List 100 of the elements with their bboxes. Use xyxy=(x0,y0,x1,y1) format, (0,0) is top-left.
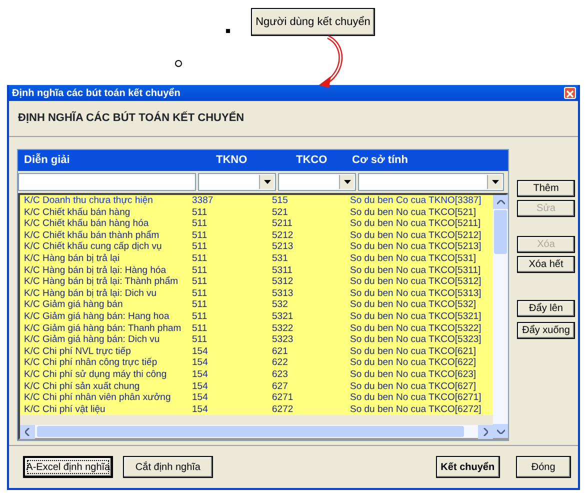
grid-row[interactable]: K/C Chiết khấu bán thành phẩm 511 5212 So du ben No cua TKCO[5212] xyxy=(20,230,493,242)
grid-row[interactable]: K/C Chi phí nhân công trực tiếp 154 622 So du ben No cua TKCO[622] xyxy=(20,357,493,369)
grid-cell-text: 623 xyxy=(272,368,289,380)
grid-cell-text: So du ben Co cua TKNO[3387] xyxy=(350,195,482,207)
scroll-thumb[interactable] xyxy=(494,210,507,254)
grid-cell-text: 5311 xyxy=(272,264,294,276)
side-button[interactable]: Xóa hết xyxy=(517,256,575,273)
rotate-handle-icon[interactable] xyxy=(175,60,182,67)
dialog-heading: ĐỊNH NGHĨA CÁC BÚT TOÁN KẾT CHUYỂN xyxy=(18,110,244,126)
grid-cell-text: 511 xyxy=(192,264,208,276)
grid-cell-text: 511 xyxy=(192,230,208,242)
grid-cell-text: 5213 xyxy=(272,241,294,253)
close-button[interactable] xyxy=(564,87,576,99)
grid-row[interactable]: K/C Chi phí sử dụng máy thi công 154 623 So du ben No cua TKCO[623] xyxy=(20,368,493,380)
user-transfer-button[interactable]: Người dùng kết chuyển xyxy=(251,8,375,36)
grid-cell-text: So du ben No cua TKCO[6271] xyxy=(350,392,482,404)
side-button[interactable]: Đẩy lên xyxy=(517,300,575,317)
grid-cell-text: So du ben No cua TKCO[623] xyxy=(350,368,478,380)
grid-cell-text: K/C Chiết khấu bán hàng xyxy=(23,206,132,218)
footer-button[interactable]: Đóng xyxy=(516,456,571,478)
grid-cell-text: So du ben No cua TKCO[622] xyxy=(350,357,478,369)
grid-row[interactable]: K/C Giảm giá hàng bán: Dich vu 511 5323 So du ben No cua TKCO[5323] xyxy=(20,334,493,346)
grid-cell-text: 5323 xyxy=(272,334,294,346)
grid-cell-text: So du ben No cua TKCO[5321] xyxy=(350,310,482,323)
horizontal-scrollbar[interactable] xyxy=(20,425,493,438)
grid-cell-text: So du ben No cua TKCO[5322] xyxy=(350,322,482,334)
grid-cell-text: So du ben No cua TKCO[531] xyxy=(350,252,478,265)
grid-row[interactable]: K/C Chi phí nhân viên phân xưởng 154 6271 So du ben No cua TKCO[6271] xyxy=(20,392,493,404)
grid-row[interactable]: K/C Giảm giá hàng bán: Hang hoa 511 5321 So du ben No cua TKCO[5321] xyxy=(20,310,493,323)
grid-cell-text: 532 xyxy=(272,299,289,311)
grid-cell-text: 521 xyxy=(272,206,289,218)
grid-row[interactable]: K/C Chiết khấu cung cấp dịch vụ 511 5213 So du ben No cua TKCO[5213] xyxy=(20,241,493,253)
scroll-down-icon[interactable] xyxy=(493,424,508,438)
grid-cell-text: 154 xyxy=(192,392,209,404)
column-header[interactable]: Diễn giải xyxy=(18,152,190,169)
grid-cell-text: K/C Chi phí sản xuất chung xyxy=(23,380,141,392)
side-button[interactable]: Thêm xyxy=(517,180,575,197)
grid-cell-text: 627 xyxy=(272,380,289,392)
side-button[interactable]: Đẩy xuống xyxy=(517,322,575,339)
column-header[interactable]: TKNO xyxy=(190,152,270,169)
grid-row[interactable]: K/C Giảm giá hàng bán: Thanh pham 511 5322 So du ben No cua TKCO[5322] xyxy=(20,322,493,334)
grid-cell-text: 6271 xyxy=(272,392,294,404)
grid-row[interactable]: K/C Hàng bán bị trả lại 511 531 So du ben No cua TKCO[531] xyxy=(20,252,493,265)
grid-cell-text: So du ben No cua TKCO[532] xyxy=(350,299,478,311)
grid-cell-text: 621 xyxy=(272,346,289,358)
grid-cell-text: 622 xyxy=(272,357,289,369)
grid-cell-text: K/C Giảm giá hàng bán: Hang hoa xyxy=(23,310,170,323)
scroll-up-icon[interactable] xyxy=(493,195,508,209)
grid-cell-text: 5312 xyxy=(272,276,294,288)
column-header[interactable]: Cơ sở tính xyxy=(348,152,491,169)
grid-row[interactable]: K/C Hàng bán bị trả lại: Hàng hóa 511 5311 So du ben No cua TKCO[5311] xyxy=(20,264,493,276)
grid-cell-text: So du ben No cua TKCO[521] xyxy=(350,206,478,218)
grid-cell-text: K/C Chi phí NVL trực tiếp xyxy=(23,346,132,358)
grid-cell-text: 511 xyxy=(192,218,208,230)
grid-cell-text: 154 xyxy=(192,404,209,416)
filter-dropdown[interactable] xyxy=(278,173,356,191)
square-handle-icon[interactable] xyxy=(226,29,230,33)
footer-button[interactable]: A-Excel định nghĩa xyxy=(23,456,114,478)
grid-row[interactable]: K/C Chi phí NVL trực tiếp 154 621 So du ben No cua TKCO[621] xyxy=(20,346,493,358)
scroll-right-icon[interactable] xyxy=(478,425,493,439)
vertical-scrollbar[interactable] xyxy=(493,195,508,438)
grid-cell-text: 511 xyxy=(192,322,208,334)
grid-cell-text: 511 xyxy=(192,252,208,265)
grid-cell-text: 511 xyxy=(192,310,208,323)
grid-cell-text: 5321 xyxy=(272,310,294,323)
grid-cell-text: K/C Hàng bán bị trả lại: Thành phẩm xyxy=(23,276,180,288)
grid-row[interactable]: K/C Doanh thu chưa thực hiện 3387 515 So du ben Co cua TKNO[3387] xyxy=(20,195,493,207)
grid-row[interactable]: K/C Hàng bán bị trả lại: Thành phẩm 511 5312 So du ben No cua TKCO[5312] xyxy=(20,276,493,288)
grid-row[interactable]: K/C Hàng bán bị trả lại: Dich vu 511 5313 So du ben No cua TKCO[5313] xyxy=(20,288,493,300)
footer-button[interactable]: Kết chuyển xyxy=(436,456,500,478)
grid-cell-text: 6272 xyxy=(272,404,294,416)
grid-cell-text: 511 xyxy=(192,288,208,300)
grid-cell-text: K/C Chiết khấu bán hàng hóa xyxy=(23,218,150,230)
grid-cell-text: K/C Hàng bán bị trả lại: Dich vu xyxy=(23,288,158,300)
scroll-left-icon[interactable] xyxy=(20,425,35,439)
grid-cell-text: 5322 xyxy=(272,322,294,334)
grid-cell-text: K/C Hàng bán bị trả lại xyxy=(23,252,121,265)
window-title: Định nghĩa các bút toán kết chuyển xyxy=(12,86,180,100)
grid-row[interactable]: K/C Giảm giá hàng bán 511 532 So du ben No cua TKCO[532] xyxy=(20,299,493,311)
grid-cell-text: 154 xyxy=(192,357,209,369)
grid-cell-text: K/C Chi phí nhân viên phân xưởng xyxy=(23,392,172,404)
grid-cell-text: So du ben No cua TKCO[5323] xyxy=(350,334,482,346)
grid-cell-text: So du ben No cua TKCO[5213] xyxy=(350,241,482,253)
grid-cell-text: 154 xyxy=(192,368,209,380)
footer-button[interactable]: Cắt định nghĩa xyxy=(123,456,213,478)
grid-cell-text: 511 xyxy=(192,334,208,346)
grid-cell-text: So du ben No cua TKCO[5312] xyxy=(350,276,482,288)
column-header[interactable]: TKCO xyxy=(270,152,348,169)
filter-field[interactable] xyxy=(18,173,196,191)
grid-row[interactable]: K/C Chiết khấu bán hàng 511 521 So du ben No cua TKCO[521] xyxy=(20,206,493,218)
grid-cell-text: So du ben No cua TKCO[5313] xyxy=(350,288,482,300)
grid-row[interactable]: K/C Chiết khấu bán hàng hóa 511 5211 So du ben No cua TKCO[5211] xyxy=(20,218,493,230)
grid-cell-text: 511 xyxy=(192,276,208,288)
filter-dropdown[interactable] xyxy=(198,173,276,191)
grid-cell-text: So du ben No cua TKCO[5212] xyxy=(350,230,482,242)
grid-row[interactable]: K/C Chi phí sản xuất chung 154 627 So du ben No cua TKCO[627] xyxy=(20,380,493,392)
grid-cell-text: 511 xyxy=(192,241,208,253)
grid-cell-text: K/C Giảm giá hàng bán: Thanh pham xyxy=(23,322,182,334)
filter-dropdown[interactable] xyxy=(358,173,504,191)
grid-row[interactable]: K/C Chi phí vật liệu 154 6272 So du ben No cua TKCO[6272] xyxy=(20,404,493,416)
